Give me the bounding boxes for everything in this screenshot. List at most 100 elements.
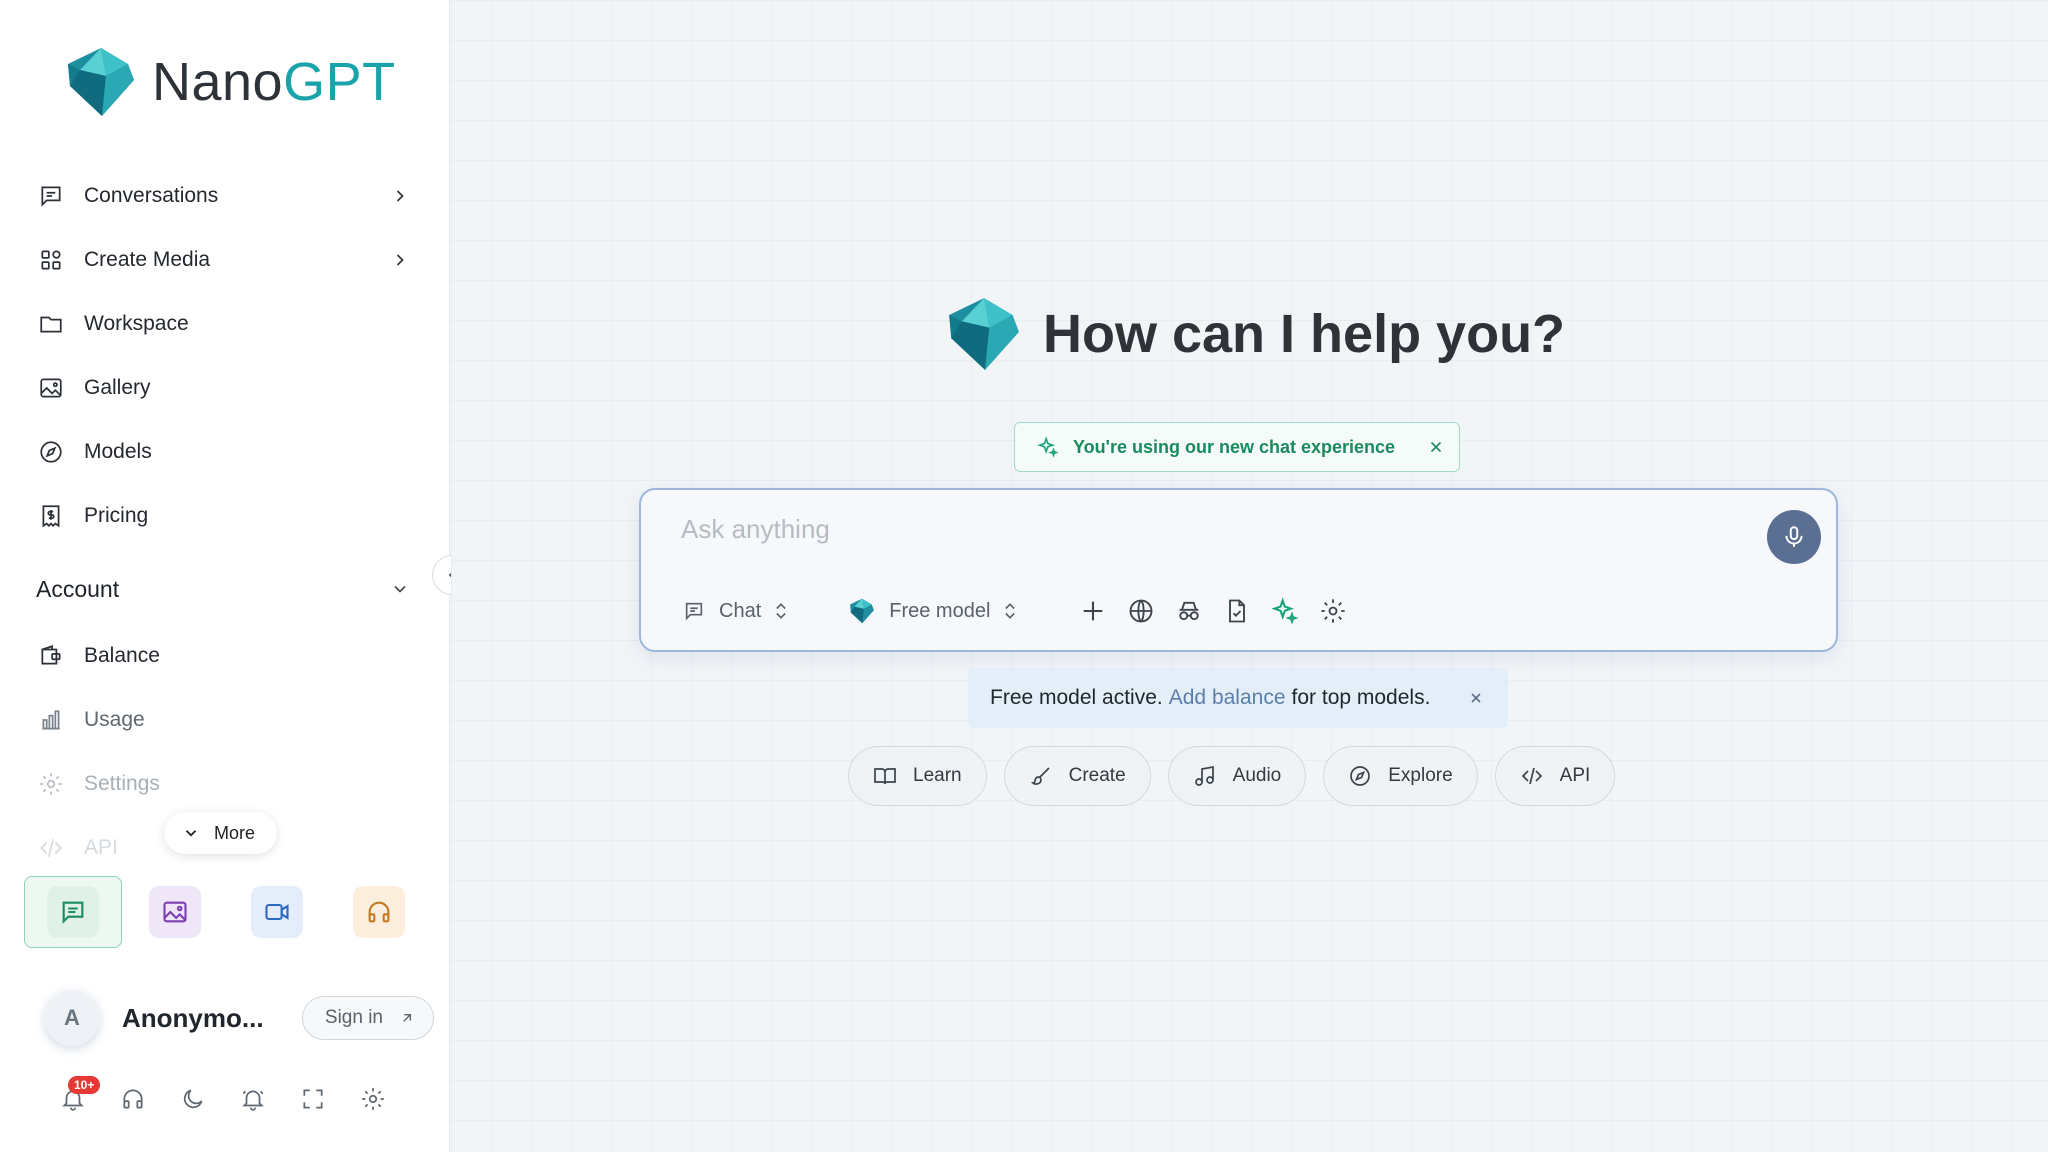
bell-ring-icon bbox=[242, 1090, 264, 1111]
message-square-icon bbox=[62, 901, 84, 924]
nav-item-create-media[interactable]: Create Media bbox=[24, 228, 424, 292]
main-nav: Conversations Create Media Workspace Gal… bbox=[24, 164, 424, 880]
notifications-button[interactable]: 10+ bbox=[60, 1076, 101, 1112]
composer-settings-button[interactable] bbox=[1318, 596, 1348, 626]
logo-gpt: GPT bbox=[283, 52, 396, 112]
mode-select[interactable]: Chat bbox=[683, 600, 789, 623]
chip-label: Create bbox=[1068, 765, 1126, 786]
nav-label: Models bbox=[84, 440, 152, 463]
enhance-prompt-button[interactable] bbox=[1270, 596, 1300, 626]
hero: How can I help you? bbox=[947, 296, 1565, 372]
nav-label: Settings bbox=[84, 772, 160, 795]
chip-audio[interactable]: Audio bbox=[1167, 746, 1307, 806]
sparkle-icon bbox=[1271, 597, 1299, 625]
nav-item-settings[interactable]: Settings bbox=[24, 752, 424, 816]
document-button[interactable] bbox=[1222, 596, 1252, 626]
close-icon[interactable] bbox=[1427, 438, 1445, 456]
support-button[interactable] bbox=[120, 1086, 146, 1112]
globe-icon bbox=[1129, 599, 1153, 623]
nav-label: Balance bbox=[84, 644, 160, 667]
nav-item-pricing[interactable]: Pricing bbox=[24, 484, 424, 548]
chip-api[interactable]: API bbox=[1494, 746, 1616, 806]
code-icon bbox=[1521, 767, 1542, 785]
wallet-icon bbox=[41, 645, 61, 665]
mode-tabs bbox=[24, 876, 432, 948]
mode-tab-inner bbox=[149, 886, 201, 938]
nav-item-conversations[interactable]: Conversations bbox=[24, 164, 424, 228]
brush-icon bbox=[1030, 767, 1050, 785]
mode-tab-image[interactable] bbox=[126, 876, 224, 948]
fullscreen-button[interactable] bbox=[300, 1086, 326, 1112]
model-select[interactable]: Free model bbox=[849, 598, 1018, 624]
nav-label: Conversations bbox=[84, 184, 219, 207]
video-camera-icon bbox=[265, 903, 289, 921]
chevron-down-icon bbox=[185, 830, 197, 837]
folder-icon bbox=[40, 316, 62, 333]
music-note-icon bbox=[1194, 765, 1214, 786]
mode-tab-audio[interactable] bbox=[330, 876, 428, 948]
voice-input-button[interactable] bbox=[1767, 510, 1821, 564]
book-open-icon bbox=[874, 768, 896, 785]
notice-text: You're using our new chat experience bbox=[1073, 436, 1396, 457]
nav-item-models[interactable]: Models bbox=[24, 420, 424, 484]
logo[interactable]: NanoGPT bbox=[66, 46, 396, 118]
mode-tab-inner bbox=[47, 886, 99, 938]
attach-button[interactable] bbox=[1078, 596, 1108, 626]
sign-in-button[interactable]: Sign in bbox=[301, 996, 434, 1040]
nanogpt-gem-icon bbox=[68, 48, 134, 116]
account-section-header[interactable]: Account bbox=[24, 554, 424, 624]
add-balance-link[interactable]: Add balance bbox=[1169, 686, 1286, 710]
nav-label: Gallery bbox=[84, 376, 151, 399]
nanogpt-gem-icon bbox=[949, 298, 1019, 370]
compass-icon bbox=[40, 441, 62, 463]
close-icon[interactable] bbox=[1468, 690, 1484, 706]
notification-badge: 10+ bbox=[68, 1076, 101, 1094]
gear-icon bbox=[40, 773, 62, 795]
theme-toggle-button[interactable] bbox=[180, 1086, 206, 1112]
nav-item-usage[interactable]: Usage bbox=[24, 688, 424, 752]
free-model-banner: Free model active. Add balance for top m… bbox=[968, 668, 1508, 728]
gear-icon bbox=[1321, 599, 1346, 623]
chip-learn[interactable]: Learn bbox=[848, 746, 987, 806]
code-icon bbox=[40, 839, 62, 857]
fullscreen-icon bbox=[303, 1089, 323, 1109]
mode-tab-video[interactable] bbox=[228, 876, 326, 948]
prompt-input[interactable]: Ask anything bbox=[681, 514, 830, 545]
nav-item-balance[interactable]: Balance bbox=[24, 624, 424, 688]
plus-icon bbox=[1084, 601, 1103, 621]
nav-label: Create Media bbox=[84, 248, 211, 271]
nav-item-workspace[interactable]: Workspace bbox=[24, 292, 424, 356]
model-select-label: Free model bbox=[889, 599, 991, 622]
composer-toolbar: Chat Free model bbox=[683, 596, 1366, 626]
user-name: Anonymo... bbox=[122, 1002, 264, 1033]
nav-item-gallery[interactable]: Gallery bbox=[24, 356, 424, 420]
incognito-button[interactable] bbox=[1174, 596, 1204, 626]
logo-nano: Nano bbox=[152, 52, 284, 112]
web-search-button[interactable] bbox=[1126, 596, 1156, 626]
headphones-icon bbox=[368, 901, 390, 923]
receipt-dollar-icon bbox=[42, 505, 60, 528]
grid-icon bbox=[41, 250, 61, 270]
bar-chart-icon bbox=[42, 710, 60, 730]
new-experience-notice: You're using our new chat experience bbox=[1014, 422, 1460, 472]
logo-text: NanoGPT bbox=[152, 51, 396, 113]
nav-label: Pricing bbox=[84, 504, 149, 527]
chip-explore[interactable]: Explore bbox=[1323, 746, 1478, 806]
headphones-icon bbox=[123, 1089, 143, 1109]
nav-label: Usage bbox=[84, 708, 145, 731]
more-button[interactable]: More bbox=[164, 812, 278, 854]
chip-label: Explore bbox=[1388, 765, 1453, 786]
page-title: How can I help you? bbox=[1043, 304, 1566, 364]
app-root: NanoGPT Conversations Create Media Works… bbox=[0, 0, 2048, 1152]
message-square-icon bbox=[685, 602, 703, 621]
alarm-button[interactable] bbox=[240, 1086, 266, 1112]
avatar[interactable]: A bbox=[44, 990, 100, 1046]
chat-composer: Ask anything Chat Free model bbox=[639, 488, 1838, 652]
chip-create[interactable]: Create bbox=[1003, 746, 1151, 806]
mode-tab-inner bbox=[251, 886, 303, 938]
settings-button[interactable] bbox=[360, 1086, 386, 1112]
more-label: More bbox=[214, 822, 256, 843]
sign-in-label: Sign in bbox=[324, 1007, 383, 1028]
mode-tab-chat[interactable] bbox=[24, 876, 122, 948]
sparkle-icon bbox=[1037, 436, 1059, 458]
